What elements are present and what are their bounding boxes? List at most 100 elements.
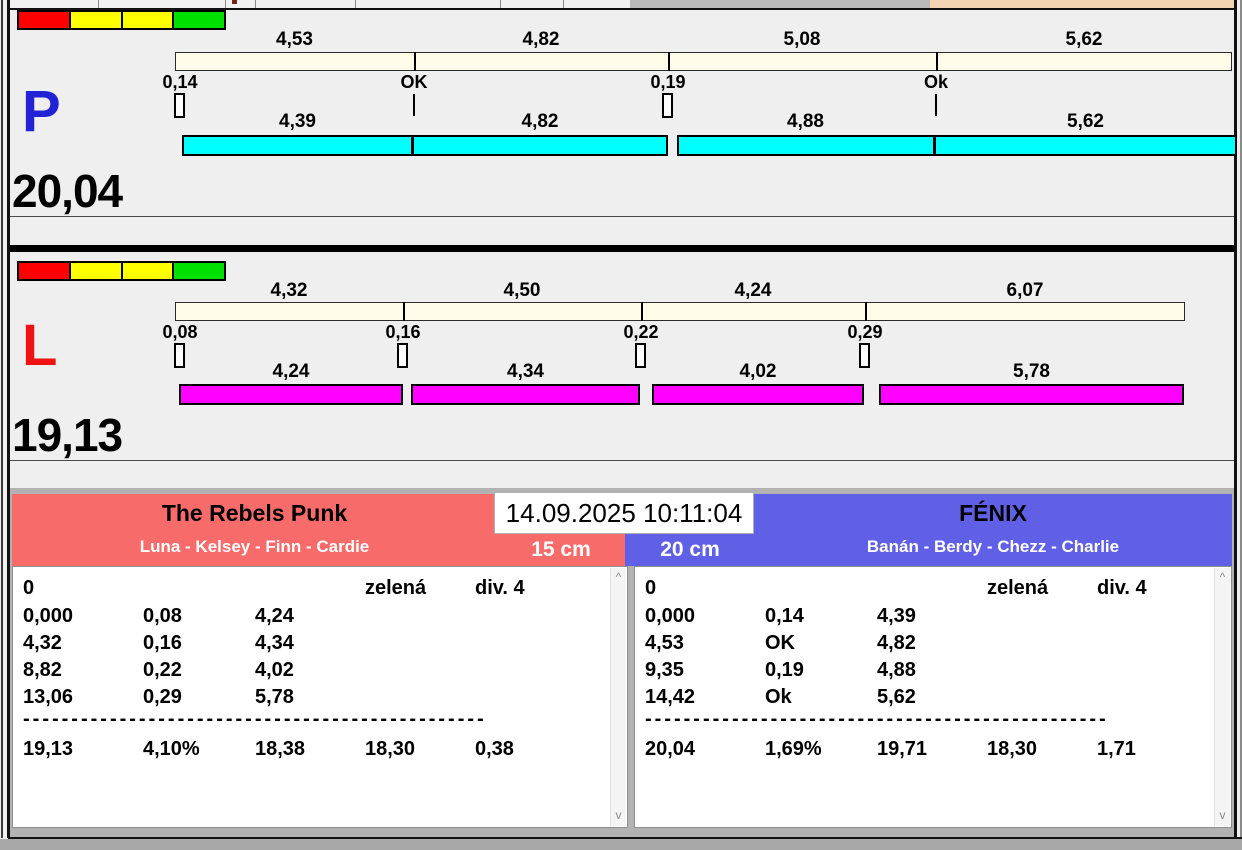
attempt-cell: 0	[23, 577, 35, 599]
lane-l-reference-bar	[175, 302, 1185, 321]
team-left-members: Luna - Kelsey - Finn - Cardie	[139, 537, 370, 556]
exchange-time-label: 0,19	[650, 72, 686, 92]
cumulative-time-cell: 0,000	[645, 605, 696, 627]
background-toolbar-strip	[10, 0, 1234, 10]
split-time-label: 5,78	[1013, 361, 1050, 382]
split-cell: 5,78	[255, 686, 294, 708]
traffic-yellow-box-2	[122, 12, 175, 28]
difference-cell: 0,38	[475, 738, 514, 760]
lane-l-split-bar-segment	[179, 384, 403, 405]
timing-app-window: 4,53 4,82 5,08 5,62 0,14 OK 0,19 Ok 4,39…	[0, 0, 1242, 850]
loss-percent-cell: 4,10%	[143, 738, 200, 760]
reference-bar-divider	[403, 302, 405, 321]
lane-separator-bar	[10, 245, 1234, 252]
split-cell: 4,39	[877, 605, 916, 627]
cumulative-time-cell: 14,42	[645, 686, 696, 708]
reference-bar-divider	[641, 302, 643, 321]
scrollbar[interactable]: ^ v	[1214, 568, 1230, 826]
section-divider-line	[10, 216, 1234, 217]
split-time-label: 4,34	[507, 361, 544, 382]
exchange-cell: OK	[765, 632, 795, 654]
lane-p-traffic-light	[17, 10, 226, 30]
difference-cell: 1,71	[1097, 738, 1136, 760]
toolbar-grey-segment	[630, 0, 930, 8]
lane-p-split-bar-segment	[934, 135, 1237, 156]
split-time-label: 4,39	[279, 111, 316, 132]
team-left-name: The Rebels Punk	[161, 500, 348, 526]
lane-l-label: L	[22, 313, 58, 378]
split-time-label: 4,50	[503, 280, 541, 301]
exchange-time-label: OK	[400, 72, 428, 92]
attempt-cell: 0	[645, 577, 657, 599]
toolbar-tick-mark	[232, 0, 237, 4]
split-time-label: 4,32	[270, 280, 308, 301]
cumulative-time-cell: 13,06	[23, 686, 74, 708]
team-right-results-panel: 0 zelená div. 4 0,000 0,14 4,39 4,53 OK …	[634, 566, 1232, 828]
traffic-yellow-box-1	[70, 263, 123, 279]
scroll-up-button[interactable]: ^	[611, 570, 626, 586]
toolbar-divider	[98, 0, 99, 8]
traffic-green-box	[174, 12, 224, 28]
lane-l-split-bar-segment	[411, 384, 640, 405]
exchange-cell: 0,19	[765, 659, 804, 681]
scrollbar[interactable]: ^ v	[610, 568, 626, 826]
lane-l-total-time: 19,13	[12, 409, 123, 461]
split-cell: 5,62	[877, 686, 916, 708]
net-time-cell: 19,71	[877, 738, 928, 760]
toolbar-divider	[355, 0, 356, 8]
cumulative-time-cell: 4,32	[23, 632, 62, 654]
exchange-cell: 0,08	[143, 605, 182, 627]
lane-p-reference-bar	[175, 52, 1232, 71]
traffic-green-box	[174, 263, 224, 279]
toolbar-divider	[500, 0, 501, 8]
toolbar-divider	[225, 0, 226, 8]
exchange-time-label: 0,14	[162, 72, 198, 92]
total-time-cell: 20,04	[645, 738, 696, 760]
toolbar-divider	[563, 0, 564, 8]
team-left-results-panel: 0 zelená div. 4 0,000 0,08 4,24 4,32 0,1…	[12, 566, 628, 828]
separator-row: ----------------------------------------…	[23, 708, 487, 730]
reference-bar-divider	[865, 302, 867, 321]
split-time-label: 4,24	[272, 361, 310, 382]
split-time-label: 5,62	[1065, 29, 1103, 50]
lane-l-traffic-light	[17, 261, 226, 281]
lane-p-split-bar-segment	[182, 135, 413, 156]
exchange-time-label: Ok	[923, 72, 948, 92]
split-cell: 4,82	[877, 632, 916, 654]
split-cell: 4,24	[255, 605, 294, 627]
traffic-red-box	[19, 12, 71, 28]
lane-p-split-bar-segment	[677, 135, 935, 156]
lane-p-total-time: 20,04	[12, 165, 123, 217]
team-right-members: Banán - Berdy - Chezz - Charlie	[866, 537, 1120, 556]
datetime-display: 14.09.2025 10:11:04	[494, 492, 754, 534]
split-time-label: 4,53	[276, 29, 313, 50]
team-right-name: FÉNIX	[959, 500, 1027, 526]
loss-percent-cell: 1,69%	[765, 738, 822, 760]
toolbar-tan-segment	[930, 0, 1234, 8]
traffic-yellow-box-1	[70, 12, 123, 28]
split-time-label: 4,82	[521, 111, 559, 132]
split-time-label: 4,02	[739, 361, 777, 382]
reference-time-cell: 18,30	[987, 738, 1038, 760]
line-color-cell: zelená	[987, 577, 1049, 599]
split-time-label: 4,88	[787, 111, 824, 132]
exchange-time-label: 0,16	[385, 322, 421, 342]
cumulative-time-cell: 4,53	[645, 632, 684, 654]
lane-p-split-bar-segment	[412, 135, 668, 156]
split-cell: 4,02	[255, 659, 294, 681]
cumulative-time-cell: 8,82	[23, 659, 62, 681]
scroll-down-button[interactable]: v	[1215, 808, 1230, 824]
traffic-yellow-box-2	[122, 263, 175, 279]
reference-bar-divider	[668, 52, 670, 71]
exchange-cell: 0,22	[143, 659, 182, 681]
split-time-label: 6,07	[1006, 280, 1044, 301]
total-time-cell: 19,13	[23, 738, 74, 760]
exchange-cell: 0,29	[143, 686, 182, 708]
division-cell: div. 4	[475, 577, 525, 599]
net-time-cell: 18,38	[255, 738, 306, 760]
scroll-up-button[interactable]: ^	[1215, 570, 1230, 586]
lane-l-split-bar-segment	[652, 384, 864, 405]
reference-bar-divider	[414, 52, 416, 71]
exchange-cell: Ok	[765, 686, 792, 708]
scroll-down-button[interactable]: v	[611, 808, 626, 824]
